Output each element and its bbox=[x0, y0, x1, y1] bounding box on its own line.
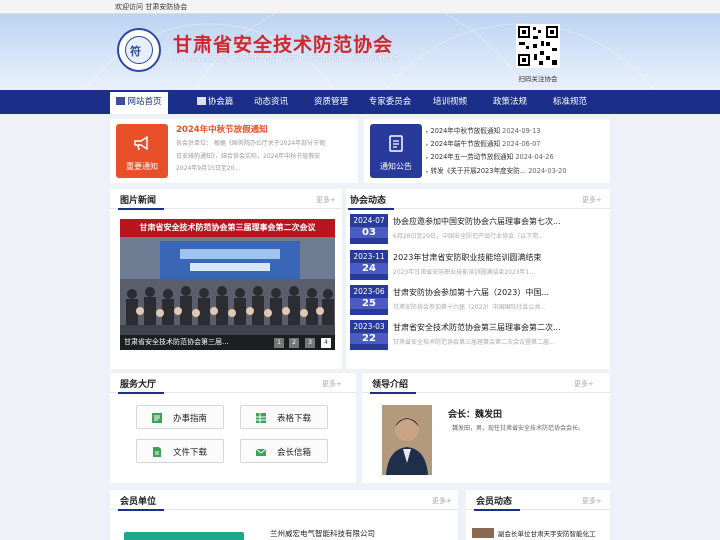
table-download-button[interactable]: 表格下载 bbox=[240, 405, 328, 429]
news-desc: 甘肃省安全技术防范协会第三届理事会第二次会议暨第二届... bbox=[393, 339, 555, 346]
section-header: 领导介绍 更多+ bbox=[362, 373, 610, 394]
portrait-image bbox=[382, 405, 432, 475]
service-hall-panel: 服务大厅 更多+ 办事指南 表格下载 文件下载 会长信箱 bbox=[110, 373, 356, 483]
site-subtitle: Gansu safety technology and Prevention A… bbox=[174, 54, 399, 64]
clipboard-icon bbox=[389, 135, 403, 152]
leader-more-link[interactable]: 更多+ bbox=[574, 379, 594, 389]
nav-item-qualification[interactable]: 资质管理 bbox=[304, 90, 358, 114]
news-item[interactable]: 2023-06 25 甘肃安防协会参加第十六届（2023）中国... 甘肃安防协会… bbox=[350, 285, 606, 318]
qr-code-icon bbox=[516, 24, 560, 68]
photo-caption[interactable]: 甘肃省安全技术防范协会第三届... bbox=[120, 335, 335, 350]
news-item[interactable]: 2023-03 22 甘肃省安全技术防范协会第三届理事会第二次... 甘肃省安全技… bbox=[350, 320, 606, 353]
leader-name[interactable]: 会长：魏发田 bbox=[448, 407, 502, 420]
home-icon bbox=[116, 97, 126, 105]
leader-title: 领导介绍 bbox=[369, 377, 417, 394]
association-logo[interactable]: 符 bbox=[117, 28, 161, 72]
list-item[interactable]: 2024年中秋节放假通知 2024-09-13 bbox=[426, 125, 608, 138]
section-header: 会员单位 更多+ bbox=[110, 490, 458, 511]
news-item[interactable]: 2023-11 24 2023年甘肃省安防职业技能培训圆满结束 2023年甘肃省安… bbox=[350, 250, 606, 283]
photo-banner-text: 甘肃省安全技术防范协会第三届理事会第二次会议 bbox=[120, 219, 335, 237]
photo-news-panel: 图片新闻 更多+ 甘肃省安全技术防范协会第三届理事会第二次会议 甘肃省安全技术防… bbox=[110, 189, 342, 369]
member-units-title: 会员单位 bbox=[117, 494, 165, 511]
top-bar: 欢迎访问 甘肃安防协会 bbox=[0, 0, 720, 14]
list-item[interactable]: 2024年端午节放假通知 2024-06-07 bbox=[426, 138, 608, 151]
member-units-panel: 会员单位 更多+ 兰州威宏电气智能科技有限公司 bbox=[110, 490, 458, 540]
association-news-title: 协会动态 bbox=[347, 193, 395, 210]
news-title[interactable]: 甘肃省安全技术防范协会第三届理事会第二次... bbox=[393, 322, 603, 333]
important-notice-panel: 重要通知 2024年中秋节放假通知 各会员单位： 根据《国务院办公厅关于2024… bbox=[110, 119, 358, 183]
news-photo[interactable]: 甘肃省安全技术防范协会第三届理事会第二次会议 甘肃省安全技术防范协会第三届...… bbox=[120, 219, 335, 350]
list-item[interactable]: 转发《关于开展2023年度安防... 2024-03-20 bbox=[426, 165, 608, 178]
nav-item-news[interactable]: 动态资讯 bbox=[244, 90, 298, 114]
announcement-panel: 通知公告 2024年中秋节放假通知 2024-09-13 2024年端午节放假通… bbox=[364, 119, 610, 183]
guide-icon bbox=[152, 413, 162, 423]
nav-item-experts[interactable]: 专家委员会 bbox=[362, 90, 418, 114]
announcement-list: 2024年中秋节放假通知 2024-09-13 2024年端午节放假通知 202… bbox=[426, 125, 608, 178]
member-units-more-link[interactable]: 更多+ bbox=[432, 496, 452, 506]
guide-button[interactable]: 办事指南 bbox=[136, 405, 224, 429]
announcement-badge[interactable]: 通知公告 bbox=[370, 124, 422, 178]
site-header: 符 甘肃省安全技术防范协会 Gansu safety technology an… bbox=[0, 14, 720, 90]
leader-photo[interactable] bbox=[382, 405, 432, 475]
important-notice-body: 各会员单位： 根据《国务院办公厅关于2024年部分节假 日安排的通知》，结合协会… bbox=[176, 140, 326, 172]
service-hall-more-link[interactable]: 更多+ bbox=[322, 379, 342, 389]
member-logo[interactable] bbox=[124, 532, 244, 540]
news-title[interactable]: 2023年甘肃省安防职业技能培训圆满结束 bbox=[393, 252, 603, 263]
slide-page-2[interactable]: 2 bbox=[289, 338, 299, 348]
important-notice-title[interactable]: 2024年中秋节放假通知 bbox=[176, 123, 268, 135]
slide-page-1[interactable]: 1 bbox=[274, 338, 284, 348]
nav-item-policy[interactable]: 政策法规 bbox=[484, 90, 536, 114]
file-icon bbox=[153, 447, 161, 457]
mail-icon bbox=[255, 448, 267, 456]
date-badge: 2023-11 24 bbox=[350, 250, 388, 280]
section-header: 协会动态 更多+ bbox=[346, 189, 610, 210]
photo-news-title: 图片新闻 bbox=[117, 193, 165, 210]
member-news-title: 会员动态 bbox=[473, 494, 521, 511]
nav-item-training[interactable]: 培训视频 bbox=[424, 90, 476, 114]
news-title[interactable]: 甘肃安防协会参加第十六届（2023）中国... bbox=[393, 287, 603, 298]
news-desc: 6月28日至29日，中国安全防范产品行业协会（以下简... bbox=[393, 233, 544, 240]
important-notice-badge[interactable]: 重要通知 bbox=[116, 124, 168, 178]
news-desc: 甘肃安防协会参加第十六届（2023）中国国际社会公共... bbox=[393, 304, 546, 311]
main-nav: 网站首页 协会篇 动态资讯 资质管理 专家委员会 培训视频 政策法规 标准规范 bbox=[0, 90, 720, 114]
qr-caption: 扫码关注协会 bbox=[518, 75, 558, 83]
date-badge: 2023-03 22 bbox=[350, 320, 388, 350]
member-name[interactable]: 兰州威宏电气智能科技有限公司 bbox=[270, 528, 375, 539]
slide-page-3[interactable]: 3 bbox=[305, 338, 315, 348]
date-badge: 2024-07 03 bbox=[350, 214, 388, 244]
leader-panel: 领导介绍 更多+ 会长：魏发田 魏发田，男，现任甘肃省安全技术防范协会会长。 bbox=[362, 373, 610, 483]
photo-news-more-link[interactable]: 更多+ bbox=[316, 195, 336, 205]
slide-page-4[interactable]: 4 bbox=[321, 338, 331, 348]
section-header: 服务大厅 更多+ bbox=[110, 373, 356, 394]
news-title[interactable]: 协会应邀参加中国安防协会六届理事会第七次... bbox=[393, 216, 603, 227]
president-mailbox-button[interactable]: 会长信箱 bbox=[240, 439, 328, 463]
file-download-button[interactable]: 文件下载 bbox=[136, 439, 224, 463]
service-hall-title: 服务大厅 bbox=[117, 377, 165, 394]
meeting-photo-image bbox=[120, 219, 335, 350]
welcome-text: 欢迎访问 甘肃安防协会 bbox=[115, 3, 188, 11]
news-item[interactable]: 2024-07 03 协会应邀参加中国安防协会六届理事会第七次... 6月28日至… bbox=[350, 214, 606, 247]
association-news-panel: 协会动态 更多+ 2024-07 03 协会应邀参加中国安防协会六届理事会第七次.… bbox=[346, 189, 610, 369]
site-title: 甘肃省安全技术防范协会 bbox=[173, 34, 394, 56]
nav-item-standards[interactable]: 标准规范 bbox=[544, 90, 596, 114]
nav-item-home[interactable]: 网站首页 bbox=[110, 90, 168, 114]
news-desc: 2023年甘肃省安防职业技能培训圆满结束2023年1... bbox=[393, 269, 536, 276]
member-news-panel: 会员动态 更多+ 副会长单位甘肃天宇安防智能化工 bbox=[466, 490, 610, 540]
megaphone-icon bbox=[134, 135, 148, 151]
table-icon bbox=[256, 413, 266, 423]
member-news-more-link[interactable]: 更多+ bbox=[582, 496, 602, 506]
list-item[interactable]: 2024年五一劳动节放假通知 2024-04-26 bbox=[426, 151, 608, 164]
section-header: 会员动态 更多+ bbox=[466, 490, 610, 511]
leader-desc: 魏发田，男，现任甘肃省安全技术防范协会会长。 bbox=[452, 425, 585, 432]
member-news-item[interactable]: 副会长单位甘肃天宇安防智能化工 bbox=[472, 528, 596, 538]
book-icon bbox=[196, 97, 206, 105]
association-news-more-link[interactable]: 更多+ bbox=[582, 195, 602, 205]
date-badge: 2023-06 25 bbox=[350, 285, 388, 315]
nav-item-association[interactable]: 协会篇 bbox=[186, 90, 244, 114]
section-header: 图片新闻 更多+ bbox=[110, 189, 342, 210]
